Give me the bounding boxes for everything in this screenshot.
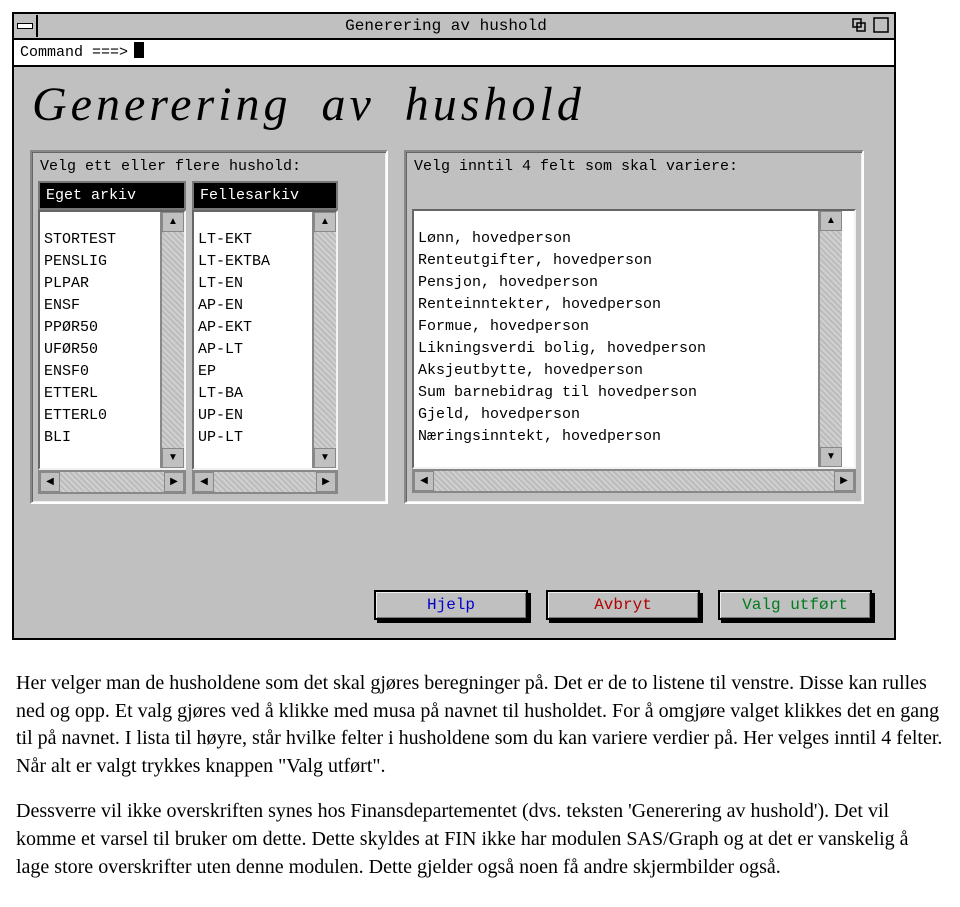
list-item[interactable]: Likningsverdi bolig, hovedperson: [418, 338, 814, 360]
system-menu-icon: [17, 23, 33, 29]
paragraph-1: Her velger man de husholdene som det ska…: [16, 670, 944, 780]
shared-archive-hscrollbar[interactable]: ◀ ▶: [192, 470, 338, 494]
fields-hscrollbar[interactable]: ◀ ▶: [412, 469, 856, 493]
list-item[interactable]: Gjeld, hovedperson: [418, 404, 814, 426]
restore-icon[interactable]: [850, 16, 868, 39]
scroll-right-icon[interactable]: ▶: [164, 472, 184, 492]
own-archive-header[interactable]: Eget arkiv: [38, 181, 186, 210]
scroll-down-icon[interactable]: ▼: [314, 448, 336, 468]
list-item[interactable]: Pensjon, hovedperson: [418, 272, 814, 294]
panels: Velg ett eller flere hushold: Eget arkiv…: [14, 150, 894, 520]
list-item[interactable]: PLPAR: [44, 273, 156, 295]
fields-panel: Velg inntil 4 felt som skal variere: Løn…: [404, 150, 864, 504]
scroll-up-icon[interactable]: ▲: [162, 212, 184, 232]
list-item[interactable]: AP-EN: [198, 295, 308, 317]
list-item[interactable]: Formue, hovedperson: [418, 316, 814, 338]
help-button[interactable]: Hjelp: [374, 590, 528, 620]
scroll-left-icon[interactable]: ◀: [194, 472, 214, 492]
list-item[interactable]: LT-EN: [198, 273, 308, 295]
scroll-right-icon[interactable]: ▶: [834, 471, 854, 491]
list-item[interactable]: LT-EKT: [198, 229, 308, 251]
list-item[interactable]: LT-BA: [198, 383, 308, 405]
list-item[interactable]: STORTEST: [44, 229, 156, 251]
own-archive-listbox[interactable]: STORTESTPENSLIGPLPARENSFPPØR50UFØR50ENSF…: [40, 227, 160, 453]
maximize-icon[interactable]: [872, 16, 890, 39]
shared-archive-header[interactable]: Fellesarkiv: [192, 181, 338, 210]
households-panel: Velg ett eller flere hushold: Eget arkiv…: [30, 150, 388, 504]
scroll-up-icon[interactable]: ▲: [820, 211, 842, 231]
list-item[interactable]: PENSLIG: [44, 251, 156, 273]
hscroll-thumb[interactable]: [434, 471, 834, 491]
page-title: Generering av hushold: [32, 77, 876, 132]
titlebar: Generering av hushold: [14, 14, 894, 40]
system-menu-button[interactable]: [14, 15, 38, 37]
body-text: Her velger man de husholdene som det ska…: [0, 652, 960, 907]
scroll-left-icon[interactable]: ◀: [40, 472, 60, 492]
shared-archive-column: Fellesarkiv LT-EKTLT-EKTBALT-ENAP-ENAP-E…: [192, 181, 338, 494]
hscroll-thumb[interactable]: [214, 472, 316, 492]
list-item[interactable]: Renteinntekter, hovedperson: [418, 294, 814, 316]
list-item[interactable]: BLI: [44, 427, 156, 449]
paragraph-2: Dessverre vil ikke overskriften synes ho…: [16, 798, 944, 881]
cancel-button[interactable]: Avbryt: [546, 590, 700, 620]
text-cursor-icon: [134, 42, 144, 58]
list-item[interactable]: UFØR50: [44, 339, 156, 361]
app-window: Generering av hushold Command ===> Gener…: [12, 12, 896, 640]
heading-area: Generering av hushold: [14, 67, 894, 150]
command-input[interactable]: [134, 42, 144, 63]
own-archive-scrollbar[interactable]: ▲ ▼: [160, 212, 184, 468]
scroll-thumb[interactable]: [162, 232, 184, 448]
list-item[interactable]: ETTERL: [44, 383, 156, 405]
fields-scrollbar[interactable]: ▲ ▼: [818, 211, 842, 467]
scroll-down-icon[interactable]: ▼: [820, 447, 842, 467]
list-item[interactable]: Næringsinntekt, hovedperson: [418, 426, 814, 448]
scroll-thumb[interactable]: [820, 231, 842, 447]
list-item[interactable]: ENSF: [44, 295, 156, 317]
command-label: Command ===>: [20, 44, 128, 61]
shared-archive-scrollbar[interactable]: ▲ ▼: [312, 212, 336, 468]
scroll-right-icon[interactable]: ▶: [316, 472, 336, 492]
list-item[interactable]: Sum barnebidrag til hovedperson: [418, 382, 814, 404]
list-item[interactable]: Renteutgifter, hovedperson: [418, 250, 814, 272]
list-item[interactable]: ENSF0: [44, 361, 156, 383]
button-row: Hjelp Avbryt Valg utført: [14, 520, 894, 638]
window-title: Generering av hushold: [38, 17, 894, 35]
hscroll-thumb[interactable]: [60, 472, 164, 492]
shared-archive-listbox[interactable]: LT-EKTLT-EKTBALT-ENAP-ENAP-EKTAP-LTEPLT-…: [194, 227, 312, 453]
scroll-down-icon[interactable]: ▼: [162, 448, 184, 468]
list-item[interactable]: Aksjeutbytte, hovedperson: [418, 360, 814, 382]
list-item[interactable]: LT-EKTBA: [198, 251, 308, 273]
own-archive-hscrollbar[interactable]: ◀ ▶: [38, 470, 186, 494]
list-item[interactable]: AP-EKT: [198, 317, 308, 339]
scroll-left-icon[interactable]: ◀: [414, 471, 434, 491]
own-archive-column: Eget arkiv STORTESTPENSLIGPLPARENSFPPØR5…: [38, 181, 186, 494]
list-item[interactable]: PPØR50: [44, 317, 156, 339]
list-item[interactable]: UP-EN: [198, 405, 308, 427]
scroll-up-icon[interactable]: ▲: [314, 212, 336, 232]
list-item[interactable]: EP: [198, 361, 308, 383]
done-button[interactable]: Valg utført: [718, 590, 872, 620]
list-item[interactable]: Lønn, hovedperson: [418, 228, 814, 250]
list-item[interactable]: ETTERL0: [44, 405, 156, 427]
fields-listbox[interactable]: Lønn, hovedpersonRenteutgifter, hovedper…: [414, 226, 818, 452]
fields-panel-label: Velg inntil 4 felt som skal variere:: [406, 152, 862, 181]
list-item[interactable]: AP-LT: [198, 339, 308, 361]
households-panel-label: Velg ett eller flere hushold:: [32, 152, 386, 181]
list-item[interactable]: UP-LT: [198, 427, 308, 449]
command-row: Command ===>: [14, 40, 894, 67]
scroll-thumb[interactable]: [314, 232, 336, 448]
